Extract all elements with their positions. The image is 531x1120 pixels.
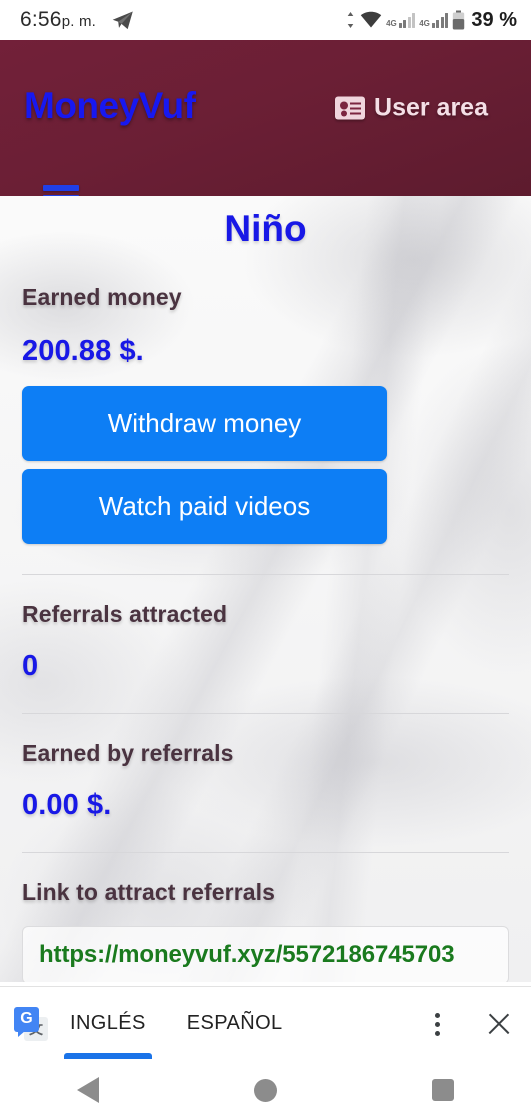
- sim2-network-label: 4G: [419, 19, 430, 28]
- id-card-icon: [335, 96, 366, 120]
- battery-icon: [453, 10, 465, 30]
- tab-target-language[interactable]: ESPAÑOL: [183, 1012, 287, 1035]
- clock-ampm: p. m.: [61, 13, 97, 30]
- home-circle-icon[interactable]: [253, 1078, 277, 1102]
- earned-money-label: Earned money: [22, 284, 182, 310]
- referral-link-section: Link to attract referrals: [0, 879, 531, 906]
- telegram-icon: [112, 11, 133, 30]
- sim1-network-label: 4G: [386, 19, 397, 28]
- referrals-attracted-section: Referrals attracted 0: [0, 601, 531, 683]
- status-bar-clock: 6:56p. m.: [20, 8, 96, 32]
- referral-link-input[interactable]: https://moneyvuf.xyz/5572186745703: [22, 926, 509, 982]
- app-header: MoneyVuf User area: [0, 40, 531, 196]
- kebab-menu-icon[interactable]: [435, 1010, 441, 1038]
- brand-logo[interactable]: MoneyVuf: [24, 85, 196, 127]
- earned-money-section: Earned money 200.88 $.: [0, 284, 531, 368]
- tab-source-language[interactable]: INGLÉS: [64, 1012, 152, 1059]
- google-translate-icon: 文 G: [14, 1006, 48, 1041]
- withdraw-money-button[interactable]: Withdraw money: [22, 386, 387, 461]
- status-bar-notifications: [110, 7, 136, 33]
- android-navigation-bar: [0, 1060, 531, 1120]
- translate-bar: 文 G INGLÉS ESPAÑOL: [0, 986, 531, 1060]
- back-triangle-icon[interactable]: [77, 1077, 100, 1103]
- sim1-signal: 4G: [386, 12, 416, 28]
- earned-money-value: 200.88 $.: [22, 335, 144, 367]
- sim2-signal: 4G: [419, 12, 449, 28]
- status-bar-indicators: 4G 4G 39 %: [345, 9, 517, 32]
- watch-paid-videos-button[interactable]: Watch paid videos: [22, 469, 387, 544]
- clock-time: 6:56: [20, 8, 62, 31]
- divider: [22, 852, 509, 853]
- sim1-bars: [398, 12, 416, 28]
- earned-by-referrals-section: Earned by referrals 0.00 $.: [0, 740, 531, 822]
- earned-by-referrals-label: Earned by referrals: [22, 740, 234, 766]
- hamburger-menu-icon[interactable]: [43, 185, 79, 196]
- battery-percent: 39 %: [471, 8, 517, 31]
- user-area-button[interactable]: User area: [335, 94, 488, 123]
- main-content: Niño Earned money 200.88 $. Withdraw mon…: [0, 196, 531, 982]
- close-icon[interactable]: [485, 1010, 513, 1038]
- referrals-attracted-value: 0: [22, 650, 39, 682]
- referral-link-label: Link to attract referrals: [22, 879, 276, 905]
- divider: [22, 713, 509, 714]
- action-buttons: Withdraw money Watch paid videos: [0, 386, 531, 544]
- wifi-icon: [360, 11, 382, 28]
- referral-link-value: https://moneyvuf.xyz/5572186745703: [39, 941, 455, 968]
- data-transfer-icon: [347, 12, 354, 28]
- page-title: Niño: [224, 208, 307, 249]
- earned-by-referrals-value: 0.00 $.: [22, 789, 112, 821]
- user-area-label: User area: [374, 93, 488, 122]
- referrals-attracted-label: Referrals attracted: [22, 601, 228, 627]
- status-bar: 6:56p. m. 4G 4G 39 %: [0, 0, 531, 40]
- translate-source-glyph: G: [14, 1006, 39, 1037]
- divider: [22, 574, 509, 575]
- recents-square-icon[interactable]: [431, 1079, 454, 1101]
- sim2-bars: [431, 12, 449, 28]
